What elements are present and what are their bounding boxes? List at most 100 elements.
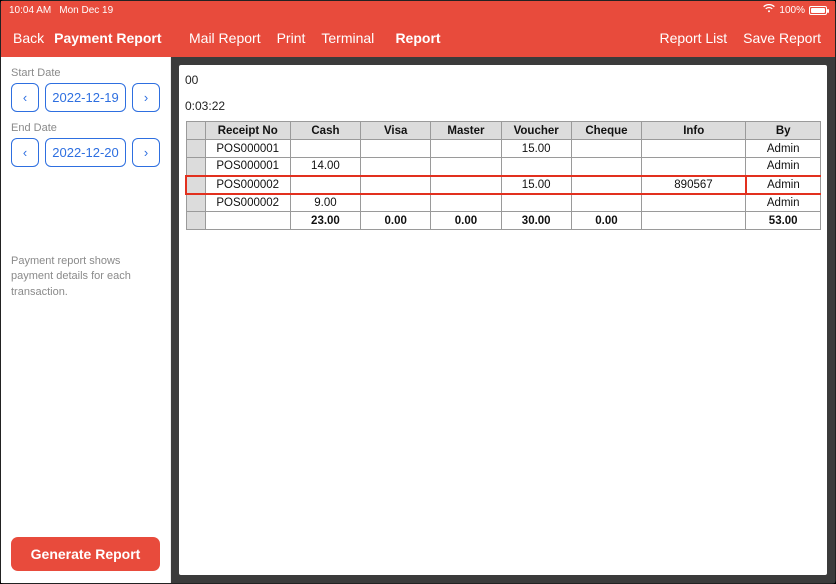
report-list-button[interactable]: Report List bbox=[659, 30, 727, 46]
mail-report-button[interactable]: Mail Report bbox=[189, 30, 261, 46]
cell-master bbox=[431, 140, 501, 158]
cell-voucher: 30.00 bbox=[501, 212, 571, 230]
cell-voucher: 15.00 bbox=[501, 176, 571, 194]
chevron-right-icon: › bbox=[144, 145, 148, 160]
cell-cheque: 0.00 bbox=[571, 212, 641, 230]
cell-master bbox=[431, 158, 501, 176]
cell-info: 890567 bbox=[642, 176, 746, 194]
cell-info bbox=[642, 194, 746, 212]
end-date-row: ‹ 2022-12-20 › bbox=[11, 138, 160, 167]
cell-voucher: 15.00 bbox=[501, 140, 571, 158]
cell-visa bbox=[361, 176, 431, 194]
cell-cash: 9.00 bbox=[290, 194, 360, 212]
table-header-row: Receipt No Cash Visa Master Voucher Cheq… bbox=[186, 122, 821, 140]
cell-visa bbox=[361, 158, 431, 176]
cell-cheque bbox=[571, 194, 641, 212]
header-cheque: Cheque bbox=[571, 122, 641, 140]
end-date-prev-button[interactable]: ‹ bbox=[11, 138, 39, 167]
status-left: 10:04 AM Mon Dec 19 bbox=[9, 5, 113, 16]
cell-receipt: POS000002 bbox=[205, 176, 290, 194]
print-button[interactable]: Print bbox=[277, 30, 306, 46]
cell-cheque bbox=[571, 140, 641, 158]
battery-percent: 100% bbox=[779, 5, 805, 16]
chevron-left-icon: ‹ bbox=[23, 90, 27, 105]
cell-master bbox=[431, 176, 501, 194]
nav-bar: Back Payment Report Mail Report Print Te… bbox=[1, 19, 835, 57]
report-panel[interactable]: 00 0:03:22 Receipt No Cash Visa Master bbox=[179, 65, 827, 575]
end-date-picker[interactable]: 2022-12-20 bbox=[45, 138, 126, 167]
cell-voucher bbox=[501, 194, 571, 212]
header-voucher: Voucher bbox=[501, 122, 571, 140]
status-bar: 10:04 AM Mon Dec 19 100% bbox=[1, 1, 835, 19]
terminal-button[interactable]: Terminal bbox=[321, 30, 374, 46]
table-row: POS000002 15.00 890567Admin bbox=[186, 176, 821, 194]
cell-cash: 23.00 bbox=[290, 212, 360, 230]
cell-by: Admin bbox=[746, 194, 821, 212]
body: Start Date ‹ 2022-12-19 › End Date ‹ 202… bbox=[1, 57, 835, 583]
nav-left-group: Back Payment Report bbox=[1, 30, 171, 46]
cell-visa bbox=[361, 140, 431, 158]
cell-cash bbox=[290, 140, 360, 158]
chevron-left-icon: ‹ bbox=[23, 145, 27, 160]
cell-cheque bbox=[571, 158, 641, 176]
save-report-button[interactable]: Save Report bbox=[743, 30, 821, 46]
start-date-row: ‹ 2022-12-19 › bbox=[11, 83, 160, 112]
generate-report-button[interactable]: Generate Report bbox=[11, 537, 160, 571]
table-row: POS00000114.00 Admin bbox=[186, 158, 821, 176]
report-meta-time: 0:03:22 bbox=[185, 99, 821, 113]
cell-index bbox=[186, 176, 205, 194]
header-by: By bbox=[746, 122, 821, 140]
payment-table: Receipt No Cash Visa Master Voucher Cheq… bbox=[185, 121, 821, 230]
cell-by: Admin bbox=[746, 176, 821, 194]
table-row: POS0000029.00 Admin bbox=[186, 194, 821, 212]
header-master: Master bbox=[431, 122, 501, 140]
cell-index bbox=[186, 212, 205, 230]
nav-actions-left: Mail Report Print Terminal bbox=[171, 30, 374, 46]
cell-receipt: POS000001 bbox=[205, 140, 290, 158]
sidebar: Start Date ‹ 2022-12-19 › End Date ‹ 202… bbox=[1, 57, 171, 583]
table-row: POS000001 15.00 Admin bbox=[186, 140, 821, 158]
cell-visa bbox=[361, 194, 431, 212]
status-time: 10:04 AM bbox=[9, 5, 51, 16]
end-date-label: End Date bbox=[11, 122, 160, 134]
cell-cheque bbox=[571, 176, 641, 194]
cell-receipt: POS000001 bbox=[205, 158, 290, 176]
start-date-prev-button[interactable]: ‹ bbox=[11, 83, 39, 112]
cell-by: Admin bbox=[746, 140, 821, 158]
header-index bbox=[186, 122, 205, 140]
sidebar-description: Payment report shows payment details for… bbox=[11, 254, 160, 300]
page-title: Payment Report bbox=[54, 30, 161, 46]
back-button[interactable]: Back bbox=[13, 30, 44, 46]
cell-info bbox=[642, 140, 746, 158]
wifi-icon bbox=[763, 4, 775, 16]
cell-master bbox=[431, 194, 501, 212]
table-total-row: 23.000.000.0030.000.0053.00 bbox=[186, 212, 821, 230]
cell-index bbox=[186, 194, 205, 212]
header-info: Info bbox=[642, 122, 746, 140]
end-date-next-button[interactable]: › bbox=[132, 138, 160, 167]
cell-voucher bbox=[501, 158, 571, 176]
cell-by: Admin bbox=[746, 158, 821, 176]
cell-receipt: POS000002 bbox=[205, 194, 290, 212]
status-date: Mon Dec 19 bbox=[59, 5, 113, 16]
cell-visa: 0.00 bbox=[361, 212, 431, 230]
content-area: 00 0:03:22 Receipt No Cash Visa Master bbox=[171, 57, 835, 583]
start-date-next-button[interactable]: › bbox=[132, 83, 160, 112]
header-cash: Cash bbox=[290, 122, 360, 140]
nav-center-title: Report bbox=[395, 30, 440, 46]
cell-cash: 14.00 bbox=[290, 158, 360, 176]
cell-cash bbox=[290, 176, 360, 194]
battery-icon bbox=[809, 6, 827, 15]
report-meta-top: 00 bbox=[185, 73, 821, 87]
cell-by: 53.00 bbox=[746, 212, 821, 230]
cell-info bbox=[642, 158, 746, 176]
header-receipt: Receipt No bbox=[205, 122, 290, 140]
start-date-picker[interactable]: 2022-12-19 bbox=[45, 83, 126, 112]
status-right: 100% bbox=[763, 4, 827, 16]
app-window: 10:04 AM Mon Dec 19 100% Back Payment Re… bbox=[0, 0, 836, 584]
cell-receipt bbox=[205, 212, 290, 230]
chevron-right-icon: › bbox=[144, 90, 148, 105]
cell-master: 0.00 bbox=[431, 212, 501, 230]
cell-index bbox=[186, 140, 205, 158]
header-visa: Visa bbox=[361, 122, 431, 140]
